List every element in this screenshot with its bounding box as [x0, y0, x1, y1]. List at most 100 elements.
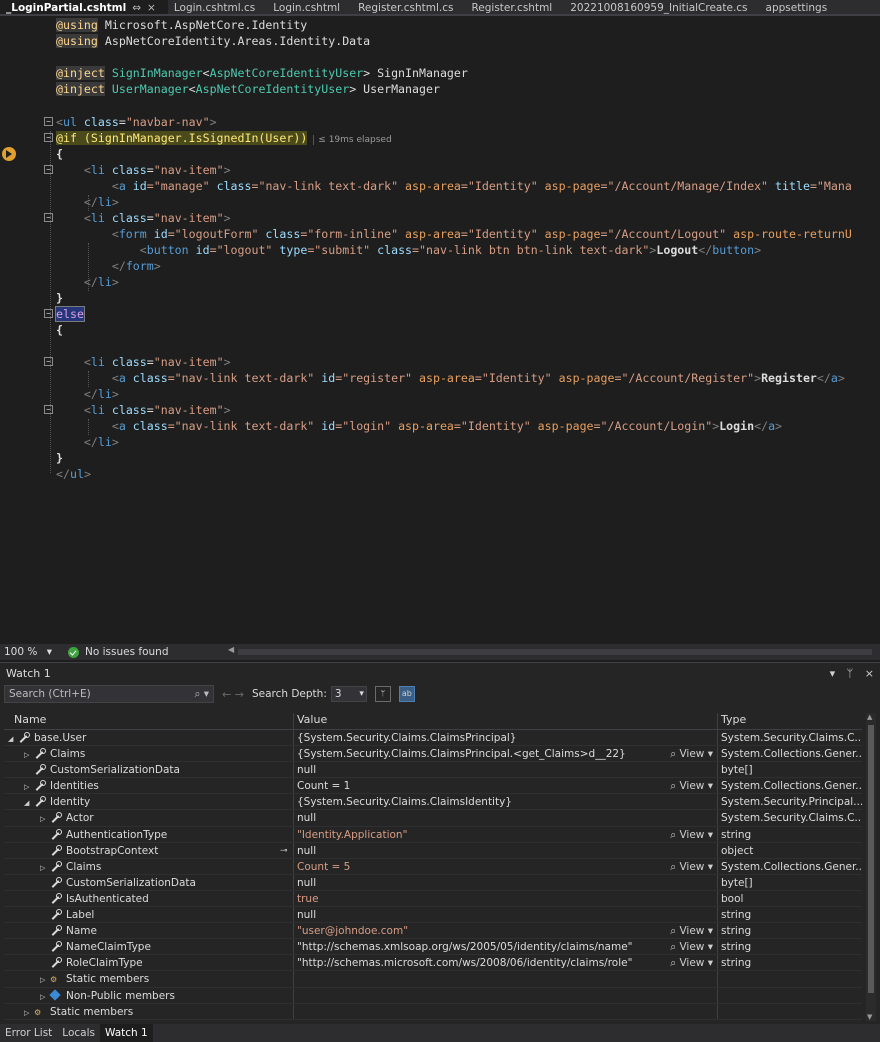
watch-row[interactable]: ▷ Identities Count = 1 ⌕ View ▾ System.Colle…	[4, 778, 862, 795]
tool-tab-1[interactable]: Locals	[57, 1024, 100, 1042]
watch-value-cell[interactable]: "user@johndoe.com" ⌕ View ▾	[294, 923, 718, 939]
tab-0[interactable]: _LoginPartial.cshtml ⇔ ×	[0, 0, 168, 14]
code-line-4[interactable]: @inject SignInManager<AspNetCoreIdentity…	[0, 65, 880, 81]
watch-value-cell[interactable]: true	[294, 890, 718, 907]
perf-tip[interactable]: ≤ 19ms elapsed	[313, 135, 392, 145]
watch-name-cell[interactable]: ▷ Non-Public members	[4, 987, 294, 1003]
watch-value-cell[interactable]: null	[294, 810, 718, 826]
watch-row[interactable]: IsAuthenticated true bool	[4, 890, 862, 908]
watch-name-cell[interactable]: IsAuthenticated	[4, 890, 294, 907]
search-depth-select[interactable]: 3	[330, 686, 367, 702]
collapse-icon[interactable]: −	[44, 405, 53, 414]
expand-arrow-icon[interactable]: ▷	[40, 811, 50, 825]
code-line-18[interactable]: }	[0, 290, 880, 306]
watch-row[interactable]: ▷ Claims Count = 5 ⌕ View ▾ System.Collectio…	[4, 858, 862, 875]
tool-tab-2[interactable]: Watch 1	[99, 1024, 153, 1042]
tab-1[interactable]: Login.cshtml.cs	[168, 0, 267, 14]
view-visualizer-button[interactable]: ⌕ View ▾	[670, 778, 713, 793]
code-line-20[interactable]: {	[0, 322, 880, 338]
code-line-26[interactable]: <a class="nav-link text-dark" id="login"…	[0, 418, 880, 434]
watch-row[interactable]: ◢ base.User {System.Security.Claims.Claims…	[4, 730, 862, 747]
watch-name-cell[interactable]: RoleClaimType	[4, 955, 294, 971]
code-line-7[interactable]: − <ul class="navbar-nav">	[0, 114, 880, 130]
watch-name-cell[interactable]: Name	[4, 923, 294, 939]
code-line-13[interactable]: − <li class="nav-item">	[0, 210, 880, 226]
code-line-28[interactable]: }	[0, 450, 880, 466]
watch-value-cell[interactable]: null	[294, 762, 718, 778]
watch-name-cell[interactable]: AuthenticationType	[4, 826, 294, 842]
tab-2[interactable]: Login.cshtml	[267, 0, 352, 14]
collapse-arrow-icon[interactable]: ◢	[8, 731, 18, 745]
watch-name-cell[interactable]: ▷ Actor	[4, 810, 294, 826]
code-line-11[interactable]: <a id="manage" class="nav-link text-dark…	[0, 178, 880, 194]
watch-value-cell[interactable]: "Identity.Application" ⌕ View ▾	[294, 826, 718, 842]
code-line-24[interactable]: </li>	[0, 386, 880, 402]
watch-name-cell[interactable]: Label	[4, 907, 294, 923]
watch-name-cell[interactable]: ◢ Identity	[4, 794, 294, 810]
watch-value-cell[interactable]: null	[294, 907, 718, 923]
hex-display-icon[interactable]: ab	[398, 686, 415, 702]
watch-value-cell[interactable]: null ⊸	[280, 842, 718, 858]
watch-name-cell[interactable]: ▷ Claims	[4, 746, 294, 762]
watch-row[interactable]: ▷ ⚙ Static members	[4, 1003, 862, 1020]
code-line-15[interactable]: <button id="logout" type="submit" class=…	[0, 242, 880, 258]
view-visualizer-button[interactable]: ⌕ View ▾	[670, 923, 713, 938]
expand-arrow-icon[interactable]: ▷	[40, 989, 50, 1003]
code-line-8-current[interactable]: − @if (SignInManager.IsSignedIn(User)) ≤ 1…	[0, 130, 880, 146]
watch-row[interactable]: ▷ Non-Public members	[4, 987, 862, 1004]
tab-4[interactable]: Register.cshtml	[465, 0, 564, 14]
watch-value-cell[interactable]: Count = 5 ⌕ View ▾	[294, 858, 718, 874]
code-line-9[interactable]: {	[0, 146, 880, 162]
close-tab-icon[interactable]: ×	[147, 2, 156, 14]
watch-value-cell[interactable]	[294, 1003, 718, 1019]
collapse-icon[interactable]: −	[44, 309, 53, 318]
collapse-icon[interactable]: −	[44, 213, 53, 222]
watch-name-cell[interactable]: ◢ base.User	[4, 730, 294, 746]
code-line-19[interactable]: − else	[0, 306, 880, 322]
watch-value-cell[interactable]: Count = 1 ⌕ View ▾	[294, 778, 718, 794]
tab-6[interactable]: appsettings	[760, 0, 840, 14]
column-header-type[interactable]: Type	[718, 713, 862, 729]
collapse-icon[interactable]: −	[44, 165, 53, 174]
column-header-value[interactable]: Value	[294, 713, 718, 729]
watch-value-cell[interactable]	[294, 971, 718, 987]
collapse-icon[interactable]: −	[44, 357, 53, 366]
tool-tab-0[interactable]: Error List	[0, 1024, 57, 1042]
expand-arrow-icon[interactable]: ▷	[24, 1005, 34, 1019]
watch-name-cell[interactable]: ▷ ⚙ Static members	[4, 1003, 294, 1019]
code-line-14[interactable]: <form id="logoutForm" class="form-inline…	[0, 226, 880, 242]
close-icon[interactable]: ×	[865, 667, 874, 680]
view-visualizer-button[interactable]: ⌕ View ▾	[670, 955, 713, 970]
watch-row[interactable]: RoleClaimType "http://schemas.microsoft.c…	[4, 955, 862, 972]
watch-row[interactable]: Label null string	[4, 907, 862, 924]
collapse-icon[interactable]: −	[44, 117, 53, 126]
horizontal-scrollbar[interactable]	[228, 645, 872, 655]
code-line-29[interactable]: </ul>	[0, 466, 880, 482]
code-line-2[interactable]: @using AspNetCoreIdentity.Areas.Identity…	[0, 33, 880, 49]
expand-arrow-icon[interactable]: ▷	[24, 747, 34, 761]
watch-name-cell[interactable]: CustomSerializationData	[4, 762, 294, 778]
watch-name-cell[interactable]: NameClaimType	[4, 939, 294, 955]
scrollbar-thumb[interactable]	[868, 725, 874, 993]
watch-row[interactable]: AuthenticationType "Identity.Application"…	[4, 826, 862, 843]
tab-5[interactable]: 20221008160959_InitialCreate.cs	[564, 0, 759, 14]
collapse-icon[interactable]: −	[44, 133, 53, 142]
watch-row[interactable]: ◢ Identity {System.Security.Claims.ClaimsI…	[4, 794, 862, 811]
watch-name-cell[interactable]: CustomSerializationData	[4, 874, 294, 890]
code-line-1[interactable]: @using Microsoft.AspNetCore.Identity	[0, 17, 880, 33]
watch-row[interactable]: ▷ Actor null System.Security.Claims.C...	[4, 810, 862, 827]
code-line-12[interactable]: </li>	[0, 194, 880, 210]
expand-arrow-icon[interactable]: ▷	[40, 860, 50, 874]
view-visualizer-button[interactable]: ⌕ View ▾	[670, 827, 713, 842]
search-nav-arrows-icon[interactable]: ← →	[222, 688, 244, 701]
code-line-23[interactable]: <a class="nav-link text-dark" id="regist…	[0, 370, 880, 386]
pin-column-icon[interactable]: ᛘ	[374, 686, 391, 702]
code-line-10[interactable]: − <li class="nav-item">	[0, 162, 880, 178]
watch-value-cell[interactable]	[294, 987, 718, 1003]
watch-value-cell[interactable]: "http://schemas.xmlsoap.org/ws/2005/05/i…	[294, 939, 718, 955]
expand-arrow-icon[interactable]: ▷	[24, 779, 34, 793]
tab-3[interactable]: Register.cshtml.cs	[352, 0, 465, 14]
pin-icon[interactable]: ⊸	[280, 843, 288, 859]
zoom-dropdown[interactable]: 100 % ▾	[0, 646, 60, 658]
code-line-16[interactable]: </form>	[0, 258, 880, 274]
